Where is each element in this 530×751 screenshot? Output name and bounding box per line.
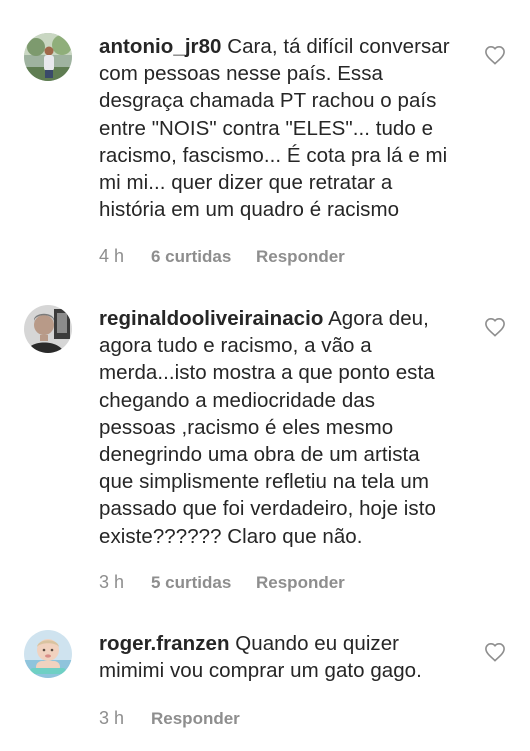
avatar[interactable] (24, 630, 72, 678)
reply-button[interactable]: Responder (151, 709, 240, 729)
comment-username[interactable]: antonio_jr80 (99, 35, 222, 58)
reply-button[interactable]: Responder (256, 247, 345, 267)
heart-outline-icon (485, 317, 505, 337)
comment-body: Agora deu, agora tudo e racismo, a vão a… (99, 307, 436, 548)
comment-text: reginaldooliveirainacio Agora deu, agora… (99, 305, 471, 550)
reply-button[interactable]: Responder (256, 573, 345, 593)
heart-outline-icon (485, 642, 505, 662)
comment-text: roger.franzen Quando eu quizer mimimi vo… (99, 630, 471, 684)
comment-meta: 3 h Responder (99, 708, 240, 729)
avatar[interactable] (24, 33, 72, 81)
heart-outline-icon (485, 45, 505, 65)
avatar[interactable] (24, 305, 72, 353)
comment-body: Cara, tá difícil conversar com pessoas n… (99, 35, 450, 222)
comment-text: antonio_jr80 Cara, tá difícil conversar … (99, 33, 471, 223)
comment-username[interactable]: reginaldooliveirainacio (99, 307, 323, 330)
like-button[interactable] (484, 45, 506, 65)
comment-meta: 3 h 5 curtidas Responder (99, 572, 345, 593)
like-button[interactable] (484, 642, 506, 662)
likes-count[interactable]: 6 curtidas (151, 247, 256, 267)
like-button[interactable] (484, 317, 506, 337)
comment-timestamp: 4 h (99, 246, 125, 266)
comment-timestamp: 3 h (99, 572, 125, 592)
likes-count[interactable]: 5 curtidas (151, 573, 256, 593)
comment-username[interactable]: roger.franzen (99, 632, 230, 655)
comment-meta: 4 h 6 curtidas Responder (99, 246, 345, 267)
comment-timestamp: 3 h (99, 708, 125, 728)
